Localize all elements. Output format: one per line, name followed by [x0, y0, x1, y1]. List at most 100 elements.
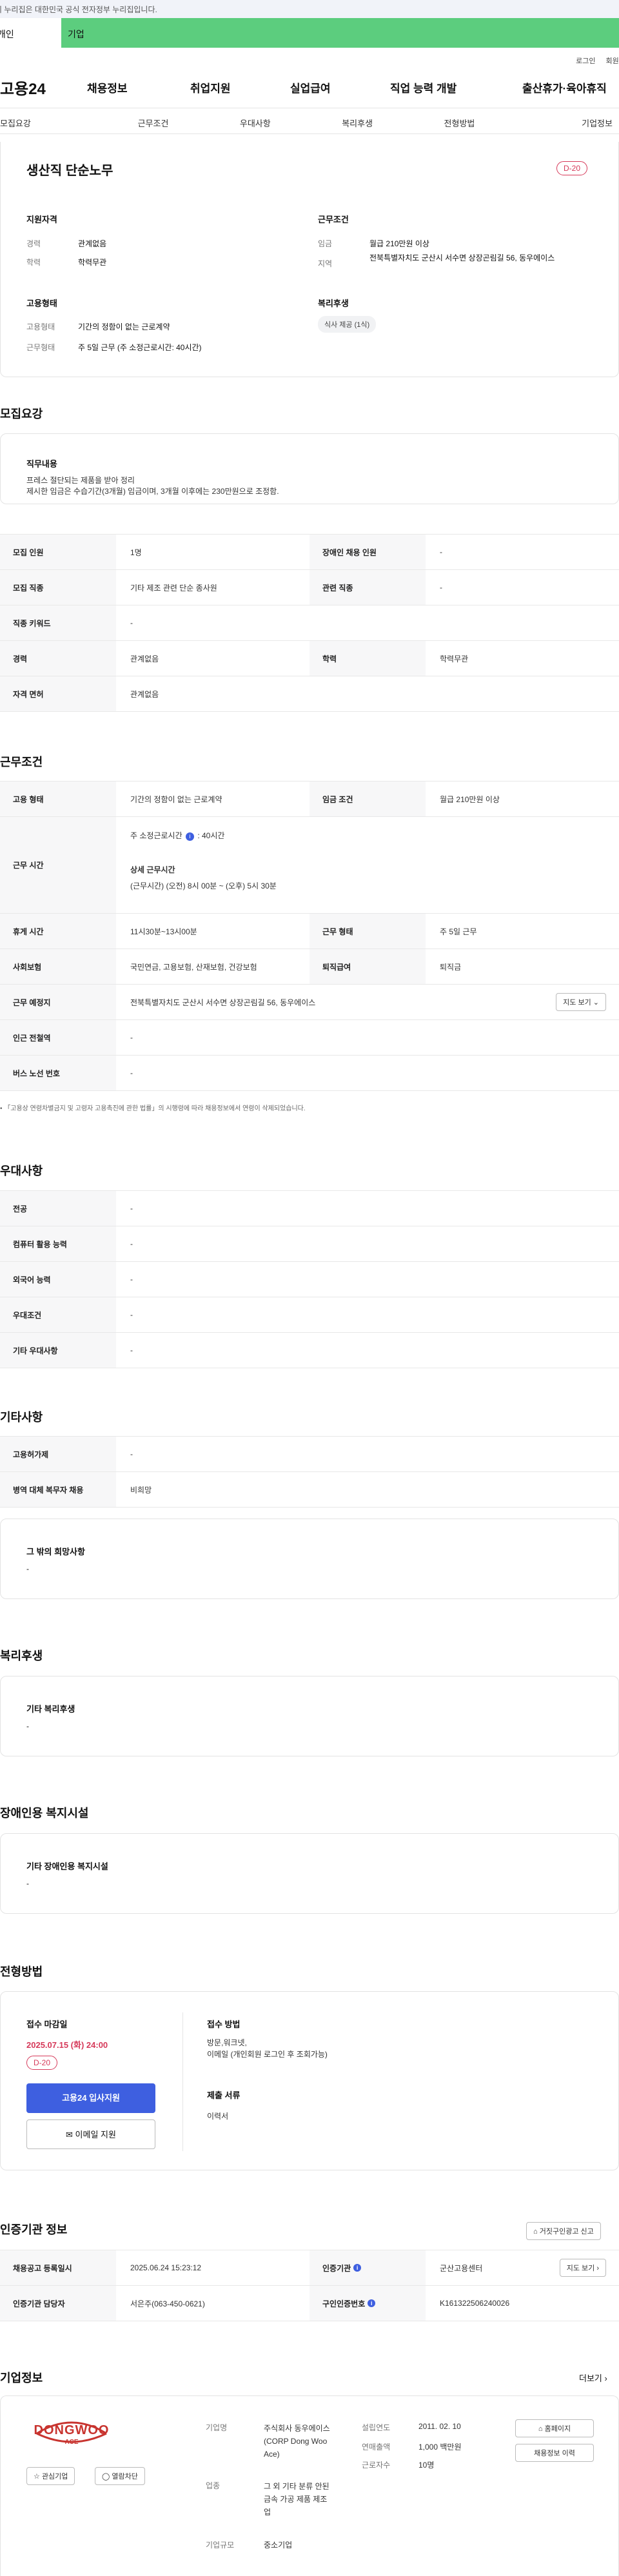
cell-value: -: [130, 618, 133, 627]
cond-title: 근무조건: [318, 215, 349, 224]
duty-text-1: 프레스 절단되는 제품을 받아 정리: [26, 476, 135, 485]
cell-value: -: [130, 1310, 133, 1319]
anchor-tab-company[interactable]: 기업정보: [511, 108, 619, 133]
cell-value: 관계없음: [130, 654, 159, 664]
homepage-button[interactable]: ⌂ 홈페이지: [515, 2419, 594, 2437]
info-icon[interactable]: i: [368, 2299, 376, 2307]
gnb-item-jobs[interactable]: 채용정보: [87, 79, 190, 95]
anchor-tab-recruit[interactable]: 모집요강: [0, 108, 102, 133]
site-logo[interactable]: 고용24: [0, 76, 87, 99]
edu-value: 학력무관: [78, 258, 107, 267]
area-value: 전북특별자치도 군산시 서수면 상장곤림길 56, 동우에이스: [369, 253, 555, 262]
gnb-item-training[interactable]: 직업 능력 개발: [390, 79, 522, 95]
anchor-tab-pref[interactable]: 우대사항: [204, 108, 306, 133]
cell-value: 서은주(063-450-0621): [130, 2299, 205, 2308]
table-row: 자격 면허 관계없음: [0, 676, 619, 712]
table-row: 근무 시간 주 소정근로시간 i : 40시간 상세 근무시간 (근무시간) (…: [0, 817, 619, 914]
anchor-tab-benefit[interactable]: 복리후생: [306, 108, 408, 133]
table-row: 외국어 능력 -: [0, 1262, 619, 1297]
home-icon: ⌂: [538, 2425, 543, 2433]
cell-label: 근무 시간: [0, 817, 116, 913]
hours-value: 주 5일 근무 (주 소정근로시간: 40시간): [78, 343, 202, 352]
career-value: 관계없음: [78, 239, 107, 248]
benefit-box-title: 기타 복리후생: [26, 1704, 75, 1714]
revenue-label: 연매출액: [362, 2443, 391, 2452]
tab-company[interactable]: 기업: [61, 18, 619, 48]
gnb-item-leave[interactable]: 출산휴가·육아휴직: [522, 79, 607, 95]
info-icon[interactable]: i: [353, 2264, 362, 2272]
docs-value: 이력서: [207, 2112, 229, 2121]
anchor-tab-process[interactable]: 전형방법: [408, 108, 510, 133]
block-icon: ◯: [102, 2473, 110, 2481]
table-row: 전공 -: [0, 1191, 619, 1226]
career-label: 경력: [26, 239, 41, 248]
login-link[interactable]: 로그인: [576, 55, 595, 67]
cell-label: 사회보험: [0, 949, 116, 984]
cell-value: 기간의 정함이 없는 근로계약: [130, 794, 222, 804]
job-summary-card: 생산직 단순노무 D-20 지원자격 경력 관계없음 학력 학력무관 고용형태 …: [0, 142, 619, 377]
age-footnote-text: 「고용상 연령차별금지 및 고령자 고용촉진에 관한 법률」의 시행령에 따라 …: [4, 1105, 306, 1112]
apply-button[interactable]: 고용24 입사지원: [26, 2083, 155, 2113]
tab-personal[interactable]: 개인: [0, 18, 61, 48]
dday-badge: D-20: [556, 161, 588, 175]
gnb-item-support[interactable]: 취업지원: [190, 79, 290, 95]
company-logo-subtext: ACE: [64, 2439, 79, 2446]
company-more-link[interactable]: 더보기 ›: [579, 2372, 607, 2384]
emp-value: 기간의 정함이 없는 근로계약: [78, 322, 170, 331]
recruit-table: 모집 인원 1명 장애인 채용 인원 - 모집 직종 기타 제조 관련 단순 종…: [0, 534, 619, 712]
map-view-button[interactable]: 지도 보기 ⌄: [556, 993, 606, 1011]
cell-value: -: [130, 1068, 133, 1077]
other-section-title: 기타사항: [0, 1411, 43, 1424]
user-type-tabs: 개인 기업: [0, 18, 619, 48]
email-apply-button[interactable]: ✉ 이메일 지원: [26, 2119, 155, 2149]
other-wish-title: 그 밖의 희망사항: [26, 1547, 85, 1557]
favorite-company-label: 관심기업: [41, 2473, 68, 2481]
tab-company-label: 기업: [68, 29, 84, 39]
gnb-item-benefit[interactable]: 실업급여: [290, 79, 390, 95]
weekly-hours-label: 주 소정근로시간: [130, 831, 182, 840]
cell-value: -: [130, 1346, 133, 1355]
block-company-label: 열람차단: [112, 2473, 138, 2481]
cell-value: 1명: [130, 547, 142, 557]
work-time-detail: 주 소정근로시간 i : 40시간 상세 근무시간 (근무시간) (오전) 8시…: [116, 817, 619, 913]
cell-value: 기타 제조 관련 단순 종사원: [130, 583, 217, 593]
benefit-box: 기타 복리후생 -: [0, 1676, 619, 1756]
cell-label: 고용 형태: [0, 782, 116, 816]
cell-label: 컴퓨터 활용 능력: [0, 1226, 116, 1261]
docs-title: 제출 서류: [207, 2090, 241, 2100]
qual-title: 지원자격: [26, 215, 57, 224]
company-logo: DONGWOO ACE: [33, 2414, 110, 2453]
cell-value: -: [130, 1450, 133, 1459]
signup-link[interactable]: 회원가입: [606, 55, 619, 67]
area-label: 지역: [318, 259, 333, 268]
table-row: 채용공고 등록일시 2025.06.24 15:23:12 인증기관 i 군산고용…: [0, 2250, 619, 2286]
detail-hours-value: (근무시간) (오전) 8시 00분 ~ (오후) 5시 30분: [130, 881, 277, 890]
hours-label: 근무형태: [26, 343, 55, 352]
company-logo-text: DONGWOO: [34, 2423, 110, 2437]
job-title: 생산직 단순노무: [26, 164, 113, 178]
cell-value: 국민연금, 고용보험, 산재보험, 건강보험: [130, 962, 257, 972]
cell-label: 퇴직급여: [310, 949, 426, 984]
anchor-tab-work[interactable]: 근무조건: [102, 108, 204, 133]
edu-label: 학력: [26, 258, 41, 267]
emp-title: 고용형태: [26, 299, 57, 308]
cell-value: -: [130, 1275, 133, 1284]
gov-banner: 이 누리집은 대한민국 공식 전자정부 누리집입니다.: [0, 0, 619, 18]
cell-label: 관련 직종: [310, 570, 426, 605]
cell-label: 구인인증번호 i: [310, 2286, 426, 2321]
table-row: 사회보험 국민연금, 고용보험, 산재보험, 건강보험 퇴직급여 퇴직금: [0, 949, 619, 985]
tab-personal-label: 개인: [0, 29, 14, 39]
agency-map-button[interactable]: 지도 보기 ›: [559, 2259, 606, 2277]
table-row: 경력 관계없음 학력 학력무관: [0, 641, 619, 676]
block-company-button[interactable]: ◯ 열람차단: [95, 2467, 145, 2485]
benefit-box-value: -: [26, 1722, 29, 1731]
cell-value: 퇴직금: [440, 962, 462, 972]
other-table: 고용허가제 - 병역 대체 복무자 채용 비희망: [0, 1436, 619, 1508]
table-row: 병역 대체 복무자 채용 비희망: [0, 1472, 619, 1508]
staff-label: 근로자수: [362, 2461, 391, 2470]
favorite-company-button[interactable]: ☆ 관심기업: [26, 2467, 75, 2485]
job-history-button[interactable]: 채용정보 이력: [515, 2444, 594, 2462]
wage-label: 임금: [318, 239, 333, 248]
report-fake-ad-button[interactable]: ⌂ 거짓구인광고 신고: [526, 2222, 601, 2240]
info-icon[interactable]: i: [185, 832, 194, 841]
